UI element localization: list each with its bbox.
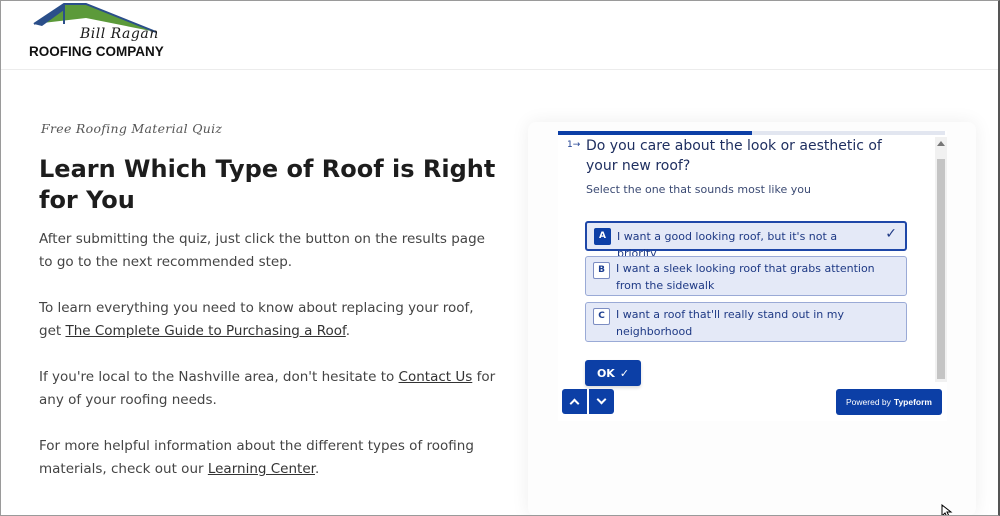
site-header: Bill Ragan ROOFING COMPANY xyxy=(0,0,1000,70)
logo-script-name: Bill Ragan xyxy=(80,26,159,42)
question-text: Do you care about the look or aesthetic … xyxy=(586,138,882,174)
quiz-progress-bar xyxy=(558,131,945,135)
contact-text: If you're local to the Nashville area, d… xyxy=(39,369,399,385)
learning-center-link[interactable]: Learning Center xyxy=(208,461,315,477)
guide-text-end: . xyxy=(345,323,351,339)
scroll-up-arrow-icon[interactable] xyxy=(937,141,945,146)
contact-us-link[interactable]: Contact Us xyxy=(399,369,473,385)
choice-b[interactable]: B I want a sleek looking roof that grabs… xyxy=(585,256,907,296)
ok-button[interactable]: OK ✓ xyxy=(585,360,641,386)
chevron-down-icon xyxy=(596,394,607,405)
check-icon: ✓ xyxy=(885,226,897,242)
guide-paragraph: To learn everything you need to know abo… xyxy=(39,297,499,343)
guide-link[interactable]: The Complete Guide to Purchasing a Roof xyxy=(65,323,345,339)
ok-label: OK xyxy=(596,366,615,380)
previous-question-button[interactable] xyxy=(562,389,587,414)
choice-c[interactable]: C I want a roof that'll really stand out… xyxy=(585,302,907,342)
quiz-eyebrow: Free Roofing Material Quiz xyxy=(41,121,223,136)
logo-company-name: ROOFING COMPANY xyxy=(29,44,164,59)
check-icon: ✓ xyxy=(619,366,630,380)
question-number: 1→ xyxy=(567,140,581,150)
contact-paragraph: If you're local to the Nashville area, d… xyxy=(39,366,499,412)
typeform-quiz: 1→ Do you care about the look or aesthet… xyxy=(558,131,947,421)
choice-a[interactable]: A I want a good looking roof, but it's n… xyxy=(585,221,907,260)
choice-label: I want a roof that'll really stand out i… xyxy=(616,308,844,338)
quiz-scrollbar[interactable] xyxy=(935,137,947,382)
mouse-cursor-icon xyxy=(941,504,953,516)
company-logo[interactable]: Bill Ragan ROOFING COMPANY xyxy=(28,2,168,62)
powered-by-typeform-button[interactable]: Powered by Typeform xyxy=(836,389,942,415)
header-divider xyxy=(0,69,1000,70)
learning-paragraph: For more helpful information about the d… xyxy=(39,435,499,481)
results-instructions-text: After submitting the quiz, just click th… xyxy=(39,231,485,270)
choice-label: I want a sleek looking roof that grabs a… xyxy=(616,262,875,292)
results-instructions: After submitting the quiz, just click th… xyxy=(39,228,499,274)
question-subtitle: Select the one that sounds most like you xyxy=(586,183,811,196)
learning-text-end: . xyxy=(314,461,320,477)
typeform-brand: Typeform xyxy=(893,397,932,407)
page-title: Learn Which Type of Roof is Right for Yo… xyxy=(39,155,496,214)
powered-by-label: Powered by xyxy=(846,397,891,407)
choice-key: B xyxy=(593,262,610,279)
choice-key: C xyxy=(593,308,610,325)
choice-key: A xyxy=(594,228,611,245)
scroll-thumb[interactable] xyxy=(937,159,945,379)
next-question-button[interactable] xyxy=(589,389,614,414)
quiz-progress-fill xyxy=(558,131,752,135)
chevron-up-icon xyxy=(569,398,580,409)
